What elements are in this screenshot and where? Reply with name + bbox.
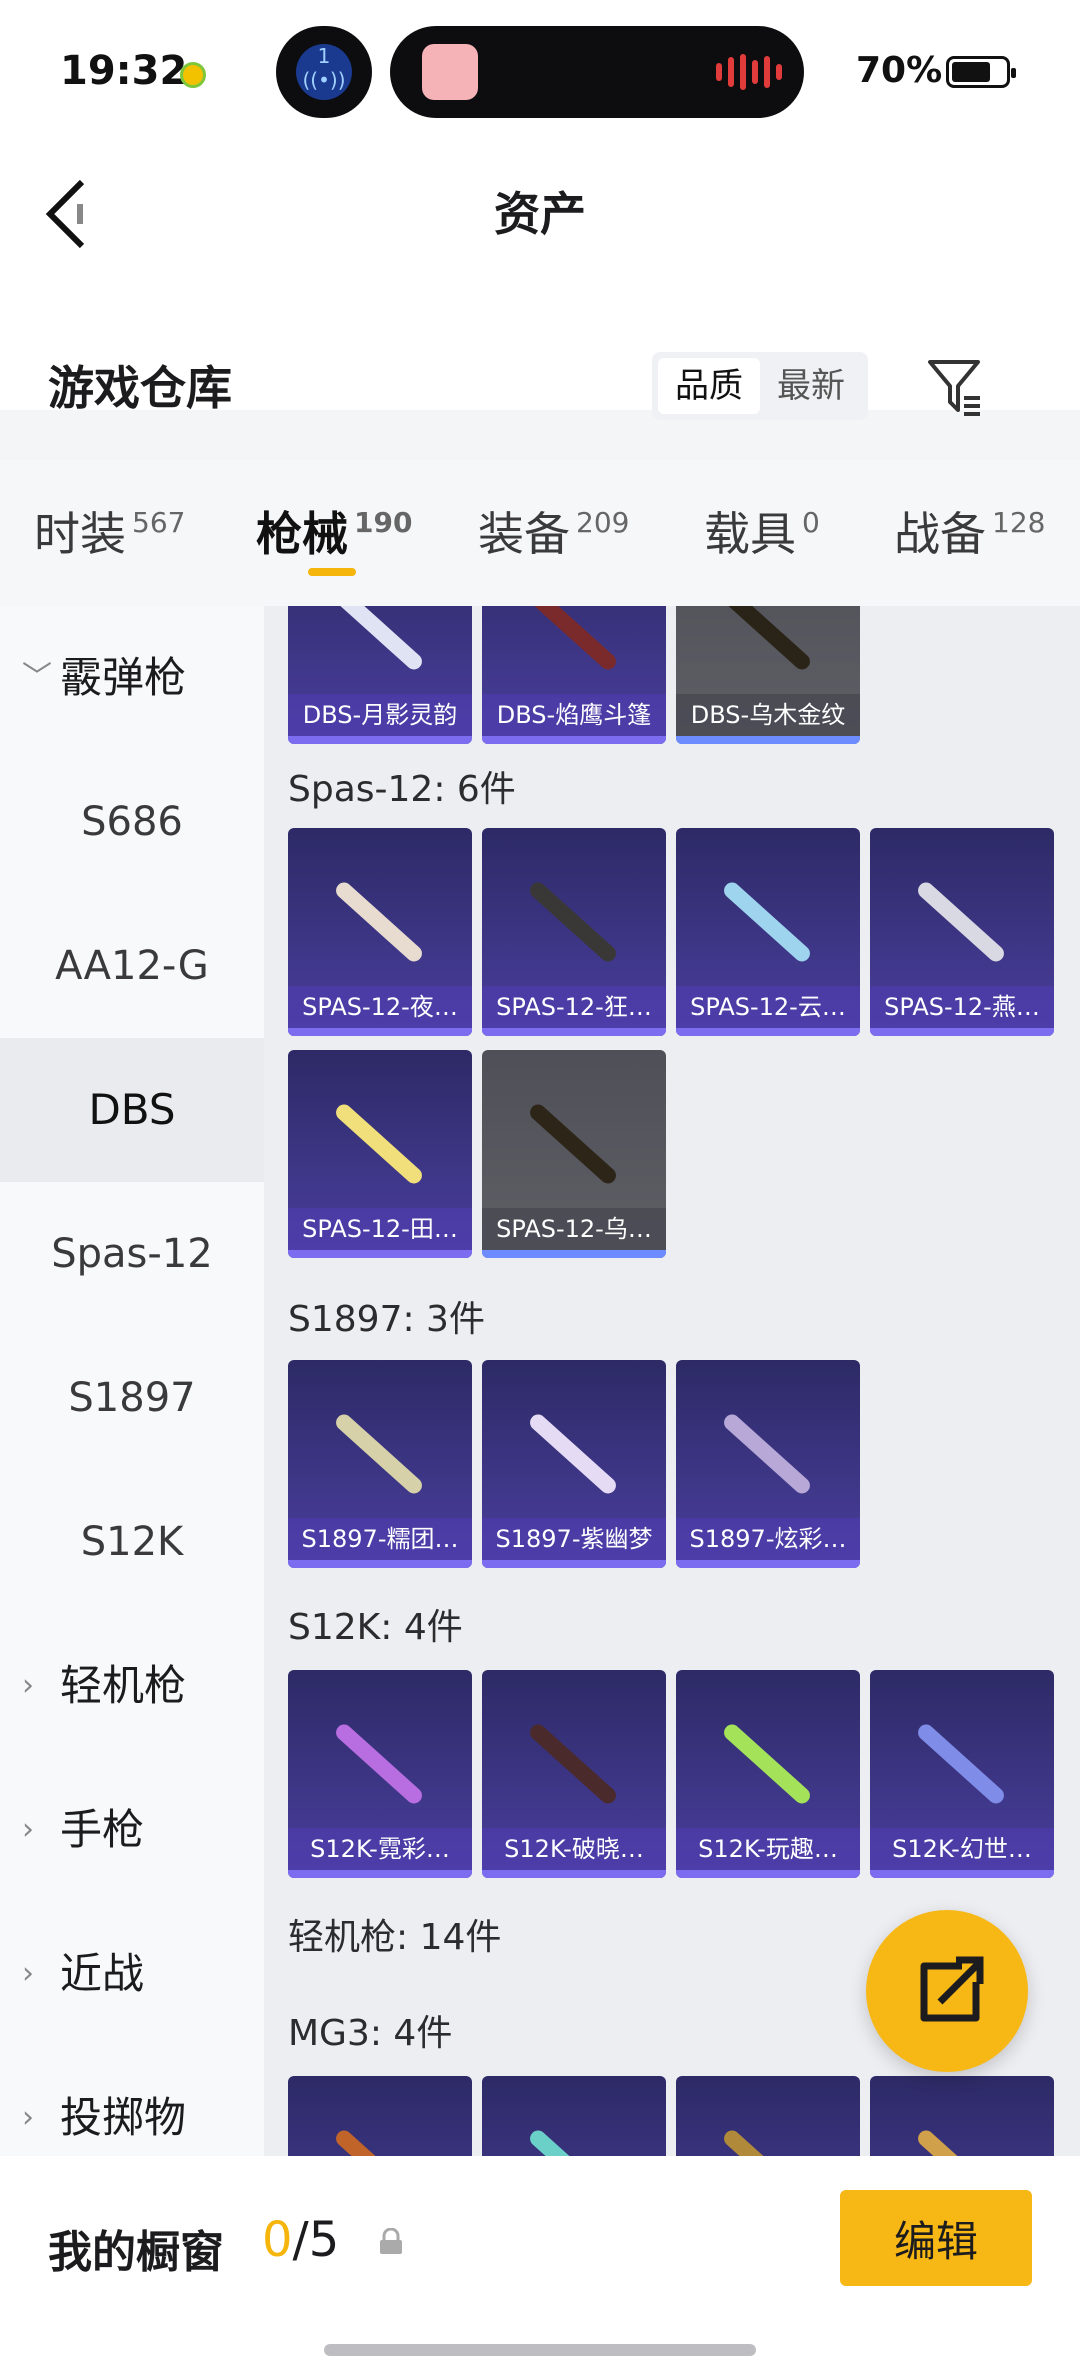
weapon-skin-icon [914,879,1008,965]
battery-percent: 70% [856,50,943,91]
weapon-type-sidebar: ﹀ 霰弹枪 S686 AA12-G DBS Spas-12 S1897 S12K… [0,606,264,2156]
weapon-skin-icon [332,606,426,673]
tab-fashion[interactable]: 时装 567 [34,498,185,564]
item-card[interactable]: S12K-霓彩… [288,1670,472,1878]
edit-button[interactable]: 编辑 [840,2190,1032,2286]
weapon-skin-icon [914,2127,1008,2156]
group-label-s12k: S12K: 4件 [288,1607,463,1648]
page-title: 资产 [494,187,586,241]
item-card[interactable]: S12K-破晓… [482,1670,666,1878]
lock-icon [380,2228,402,2254]
weapon-skin-icon [332,879,426,965]
tab-vehicles[interactable]: 载具 0 [704,498,820,564]
weapon-skin-icon [526,1721,620,1807]
group-label-s1897: S1897: 3件 [288,1299,485,1340]
item-card[interactable]: S1897-紫幽梦 [482,1360,666,1568]
weapon-skin-icon [720,1721,814,1807]
share-fab-button[interactable] [866,1910,1028,2072]
group-label-mg3: MG3: 4件 [288,2013,453,2054]
item-card[interactable]: SPAS-12-乌… [482,1050,666,1258]
category-tabs: 时装 567 枪械 190 装备 209 载具 0 战备 128 [0,460,1080,606]
tab-equipment[interactable]: 装备 209 [478,498,629,564]
item-card[interactable]: SPAS-12-夜… [288,828,472,1036]
sidebar-item-s686[interactable]: S686 [0,750,264,894]
sidebar-item-shotgun[interactable]: ﹀ 霰弹枪 [0,606,264,750]
item-card[interactable]: SPAS-12-狂… [482,828,666,1036]
sidebar-item-spas12[interactable]: Spas-12 [0,1182,264,1326]
filter-icon[interactable] [924,354,984,418]
broadcast-icon: 1 ((•)) [296,44,352,100]
showcase-label: 我的橱窗 [48,2227,224,2278]
chevron-right-icon: › [22,1812,34,1847]
sidebar-item-throwable[interactable]: › 投掷物 [0,2046,264,2156]
item-card[interactable] [870,2076,1054,2156]
item-card[interactable]: DBS-焰鹰斗篷 [482,606,666,744]
warehouse-title: 游戏仓库 [48,361,232,415]
chevron-down-icon: ﹀ [22,660,52,695]
weapon-skin-icon [332,2127,426,2156]
sort-toggle: 品质 最新 [652,352,868,420]
active-tab-indicator [308,568,356,576]
item-card[interactable]: S1897-糯团… [288,1360,472,1568]
live-activity-radio[interactable]: 1 ((•)) [276,26,372,118]
item-card[interactable]: DBS-乌木金纹 [676,606,860,744]
weapon-skin-icon [526,1101,620,1187]
album-art-icon [422,44,478,100]
sort-quality[interactable]: 品质 [658,358,760,414]
item-card[interactable] [482,2076,666,2156]
audio-wave-icon [716,54,788,90]
chevron-right-icon: › [22,1956,34,1991]
item-card[interactable] [288,2076,472,2156]
sort-latest[interactable]: 最新 [760,358,862,414]
sidebar-item-pistol[interactable]: › 手枪 [0,1758,264,1902]
weapon-skin-icon [526,2127,620,2156]
weapon-skin-icon [720,606,814,673]
item-card[interactable]: SPAS-12-田… [288,1050,472,1258]
status-time: 19:32 [60,48,188,94]
sidebar-item-aa12g[interactable]: AA12-G [0,894,264,1038]
status-bar: 19:32 1 ((•)) 70% [0,0,1080,140]
group-label-lmg: 轻机枪: 14件 [288,1917,502,1958]
app-header: 资产 游戏仓库 品质 最新 [0,140,1080,420]
weapon-skin-icon [332,1411,426,1497]
weapon-skin-icon [720,1411,814,1497]
sidebar-item-melee[interactable]: › 近战 [0,1902,264,2046]
item-card[interactable]: S12K-幻世… [870,1670,1054,1878]
weapon-skin-icon [526,879,620,965]
showcase-bar: 我的橱窗 0/5 编辑 [0,2156,1080,2376]
sidebar-item-dbs[interactable]: DBS [0,1038,264,1182]
item-card[interactable] [676,2076,860,2156]
home-indicator[interactable] [324,2344,756,2356]
item-card[interactable]: S1897-炫彩… [676,1360,860,1568]
showcase-count: 0/5 [262,2212,340,2268]
weapon-skin-icon [526,1411,620,1497]
sidebar-item-lmg[interactable]: › 轻机枪 [0,1614,264,1758]
share-icon [920,1956,984,2022]
sidebar-item-s12k[interactable]: S12K [0,1470,264,1614]
item-card[interactable]: DBS-月影灵韵 [288,606,472,744]
chevron-right-icon: › [22,2100,34,2135]
weapon-skin-icon [720,2127,814,2156]
item-card[interactable]: S12K-玩趣… [676,1670,860,1878]
notification-icon [180,62,206,88]
weapon-skin-icon [914,1721,1008,1807]
weapon-skin-icon [526,606,620,673]
weapon-skin-icon [720,879,814,965]
group-label-spas12: Spas-12: 6件 [288,769,516,810]
item-card[interactable]: SPAS-12-燕… [870,828,1054,1036]
tab-weapons[interactable]: 枪械 190 [256,498,412,564]
battery-icon [946,56,1016,88]
sidebar-item-s1897[interactable]: S1897 [0,1326,264,1470]
weapon-skin-icon [332,1721,426,1807]
item-card[interactable]: SPAS-12-云… [676,828,860,1036]
tab-supplies[interactable]: 战备 128 [894,498,1045,564]
chevron-right-icon: › [22,1668,34,1703]
weapon-skin-icon [332,1101,426,1187]
live-activity-music[interactable] [390,26,804,118]
